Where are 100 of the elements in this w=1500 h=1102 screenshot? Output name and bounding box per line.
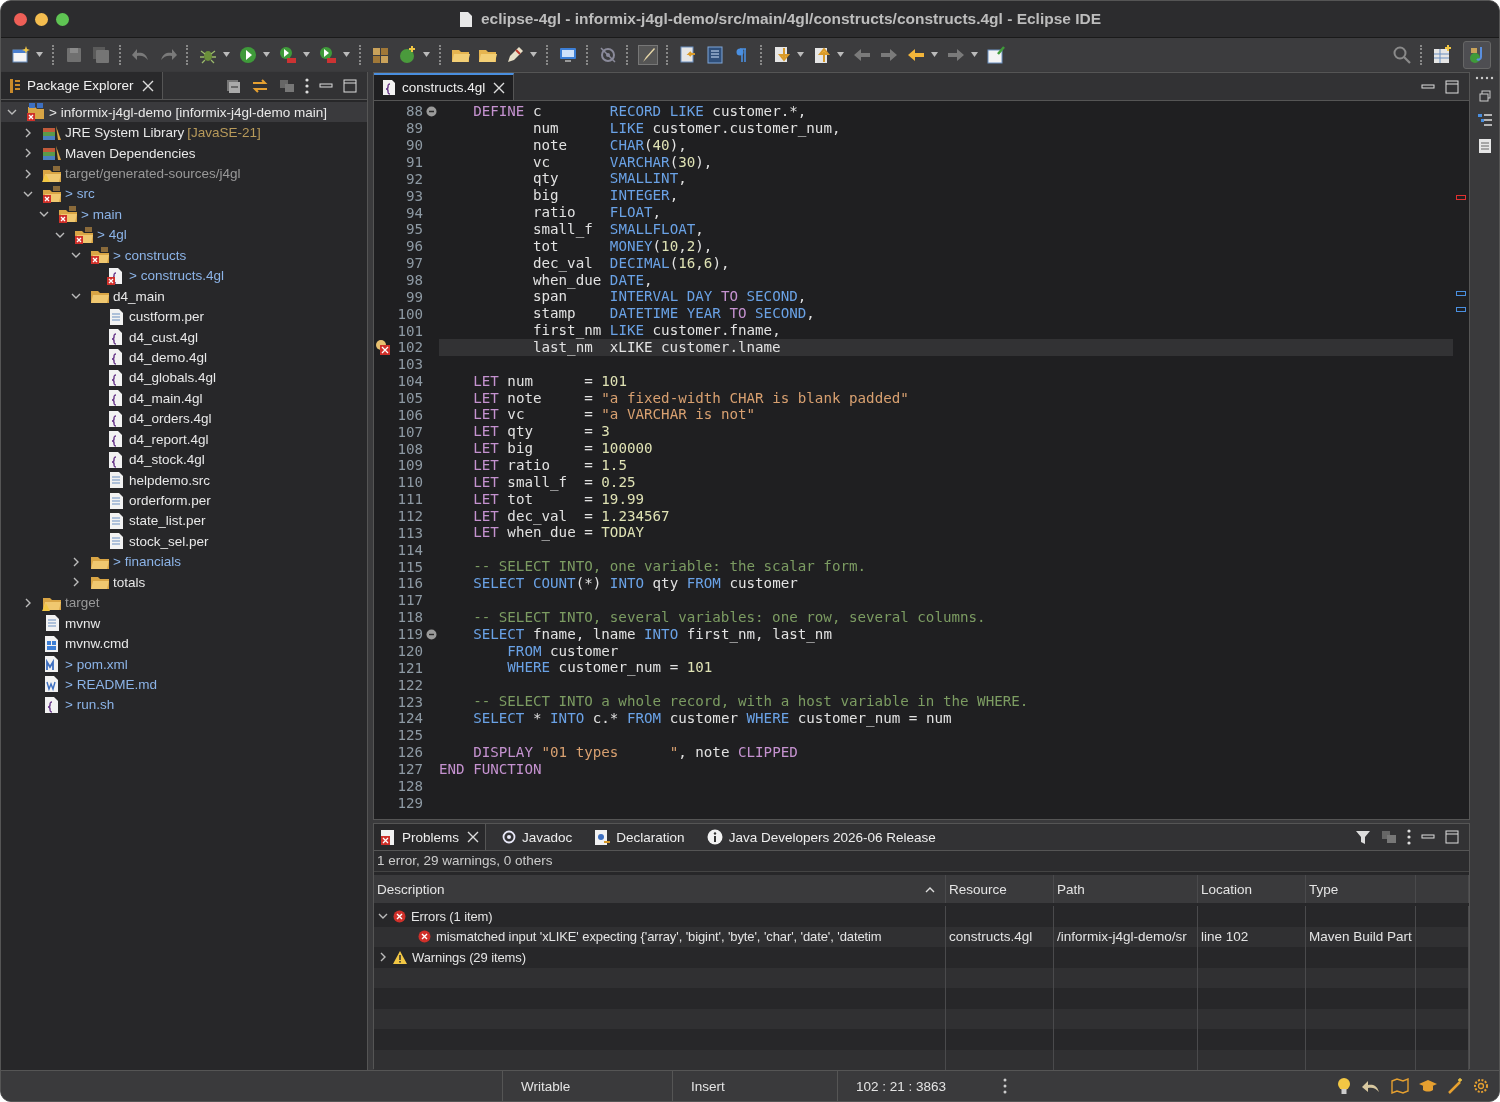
view-tab[interactable]: Declaration xyxy=(588,824,691,850)
menu-icon[interactable] xyxy=(1474,76,1495,80)
restore-icon[interactable] xyxy=(1478,90,1491,102)
occurrence-mark[interactable] xyxy=(1456,307,1466,312)
lightbulb-icon[interactable] xyxy=(1337,1077,1351,1095)
pen-icon[interactable] xyxy=(505,44,525,65)
map-icon[interactable] xyxy=(1391,1078,1409,1094)
chevron-icon[interactable] xyxy=(378,952,388,963)
perspective-button[interactable] xyxy=(1463,40,1491,69)
zoom-button[interactable] xyxy=(56,12,69,26)
wand-icon[interactable] xyxy=(1447,1078,1463,1094)
tree-item[interactable]: d4_main.4gl xyxy=(1,388,367,409)
target-icon[interactable] xyxy=(598,44,618,65)
caret-icon[interactable] xyxy=(971,52,978,57)
tree-item[interactable]: JRE System Library [JavaSE-21] xyxy=(1,122,367,143)
outline-icon[interactable] xyxy=(1476,112,1493,128)
tree-item[interactable]: > run.sh xyxy=(1,694,367,716)
caret-icon[interactable] xyxy=(797,52,804,57)
column-header[interactable]: Resource xyxy=(946,875,1054,903)
tree-item[interactable]: d4_stock.4gl xyxy=(1,449,367,470)
tree-item[interactable]: totals xyxy=(1,572,367,593)
run-icon[interactable] xyxy=(318,44,338,65)
caret-icon[interactable] xyxy=(36,52,43,57)
close-icon[interactable] xyxy=(467,831,480,843)
list-icon[interactable] xyxy=(705,44,725,65)
tree-item[interactable]: > informix-j4gl-demo [informix-j4gl-demo main] xyxy=(1,102,367,123)
tree-item[interactable]: d4_demo.4gl xyxy=(1,347,367,368)
column-header[interactable]: Location xyxy=(1198,875,1306,903)
tree-item[interactable]: > src xyxy=(1,183,367,205)
package-explorer-tab[interactable]: Package Explorer xyxy=(1,72,163,99)
menu-icon[interactable] xyxy=(1407,829,1411,845)
collapse-all-icon[interactable] xyxy=(225,77,241,94)
filter-icon[interactable] xyxy=(1355,829,1371,845)
view-tab[interactable]: Javadoc xyxy=(496,824,579,850)
tree-item[interactable]: target/generated-sources/j4gl xyxy=(1,163,367,184)
caret-icon[interactable] xyxy=(423,52,430,57)
tree-item[interactable]: stock_sel.per xyxy=(1,531,367,552)
squares-icon[interactable] xyxy=(1381,829,1397,845)
run-icon[interactable] xyxy=(278,44,298,65)
tree-item[interactable]: Maven Dependencies xyxy=(1,142,367,164)
close-button[interactable] xyxy=(14,12,27,26)
chevron-icon[interactable] xyxy=(23,168,33,179)
fold-icon[interactable] xyxy=(425,105,437,117)
chevron-icon[interactable] xyxy=(23,597,33,608)
caret-icon[interactable] xyxy=(931,52,938,57)
maximize-icon[interactable] xyxy=(343,78,357,93)
chevron-icon[interactable] xyxy=(23,127,33,138)
fold-icon[interactable] xyxy=(425,628,437,640)
maximize-icon[interactable] xyxy=(1445,79,1459,94)
tree-item[interactable]: > financials xyxy=(1,551,367,573)
tree-item[interactable]: d4_report.4gl xyxy=(1,429,367,450)
close-icon[interactable] xyxy=(493,81,506,94)
link-icon[interactable] xyxy=(251,77,269,94)
tree-item[interactable]: > README.md xyxy=(1,674,367,695)
tree-item[interactable]: > main xyxy=(1,204,367,225)
caret-icon[interactable] xyxy=(837,52,844,57)
tree-item[interactable]: mvnw.cmd xyxy=(1,633,367,654)
document-icon[interactable] xyxy=(1477,138,1492,154)
problem-description[interactable]: Errors (1 item) xyxy=(411,908,493,924)
caret-icon[interactable] xyxy=(343,52,350,57)
gear-icon[interactable] xyxy=(1473,1078,1489,1094)
view-tab[interactable]: Java Developers 2026-06 Release xyxy=(700,824,942,850)
tree-item[interactable]: d4_globals.4gl xyxy=(1,367,367,389)
caret-icon[interactable] xyxy=(263,52,270,57)
problem-description[interactable]: Warnings (29 items) xyxy=(412,949,526,965)
tree-item[interactable]: orderform.per xyxy=(1,490,367,511)
caret-icon[interactable] xyxy=(223,52,230,57)
chevron-icon[interactable] xyxy=(71,556,81,567)
tree-item[interactable]: > constructs.4gl xyxy=(1,265,367,286)
plus-circle-icon[interactable] xyxy=(398,44,418,65)
caret-icon[interactable] xyxy=(530,52,537,57)
error-mark[interactable] xyxy=(1456,195,1466,200)
run-icon[interactable] xyxy=(238,44,258,65)
document-icon[interactable] xyxy=(678,44,698,65)
save-all-icon[interactable] xyxy=(91,44,111,65)
chevron-icon[interactable] xyxy=(71,577,81,588)
column-header[interactable]: Path xyxy=(1054,875,1198,903)
tree-item[interactable]: > 4gl xyxy=(1,224,367,246)
chevron-icon[interactable] xyxy=(23,148,33,159)
search-icon[interactable] xyxy=(1392,44,1412,65)
tree-item[interactable]: target xyxy=(1,592,367,613)
minimize-button[interactable] xyxy=(35,12,48,26)
table-icon[interactable] xyxy=(1432,44,1452,65)
view-tab[interactable]: Problems xyxy=(374,824,487,850)
tree-item[interactable]: d4_main xyxy=(1,285,367,307)
graduation-cap-icon[interactable] xyxy=(1419,1078,1437,1094)
tree-item[interactable]: d4_orders.4gl xyxy=(1,408,367,429)
tree-item[interactable]: d4_cust.4gl xyxy=(1,326,367,348)
menu-icon[interactable] xyxy=(305,77,309,94)
tree-item[interactable]: mvnw xyxy=(1,612,367,634)
occurrence-mark[interactable] xyxy=(1456,291,1466,296)
column-header[interactable]: Description xyxy=(374,875,946,903)
arrow-down-icon[interactable] xyxy=(772,44,792,65)
new-file-icon[interactable] xyxy=(11,44,31,65)
tree-item[interactable]: state_list.per xyxy=(1,510,367,532)
close-icon[interactable] xyxy=(141,79,154,92)
caret-icon[interactable] xyxy=(303,52,310,57)
pin-icon[interactable] xyxy=(986,44,1006,65)
tree-item[interactable]: custform.per xyxy=(1,306,367,327)
tree-item[interactable]: helpdemo.src xyxy=(1,469,367,491)
